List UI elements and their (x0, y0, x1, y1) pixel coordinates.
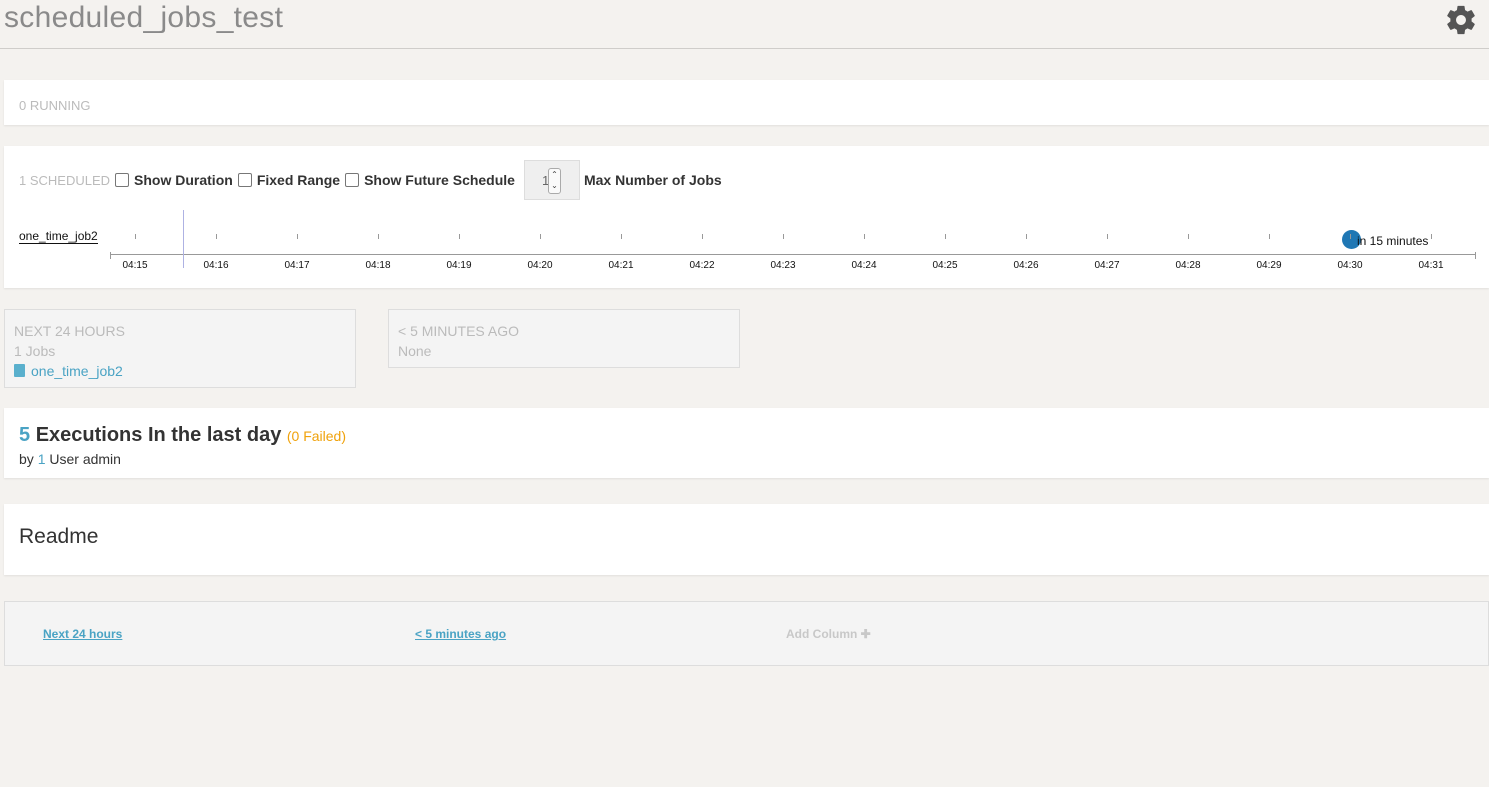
timeline-tick (216, 234, 217, 239)
max-jobs-label: Max Number of Jobs (583, 172, 722, 188)
fixed-range-checkbox[interactable] (237, 173, 252, 187)
timeline-tick (1350, 234, 1351, 239)
axis-end-tick (1475, 252, 1476, 259)
next-24-hours-column-link[interactable]: Next 24 hours (43, 627, 122, 641)
executions-text: Executions In the last day (35, 424, 282, 446)
header: scheduled_jobs_test (0, 0, 1489, 49)
recent-column-link[interactable]: < 5 minutes ago (415, 627, 506, 641)
page-title: scheduled_jobs_test (4, 1, 284, 34)
executions-count[interactable]: 5 (19, 424, 30, 446)
timeline-tick (864, 234, 865, 239)
timeline-tick (1269, 234, 1270, 239)
readme-title: Readme (19, 525, 99, 548)
fixed-range-label[interactable]: Fixed Range (257, 172, 340, 188)
add-column-label[interactable]: Add Column (786, 627, 857, 641)
show-future-schedule-label[interactable]: Show Future Schedule (364, 172, 515, 188)
timeline-tick-label: 04:16 (203, 260, 229, 271)
timeline-tick (945, 234, 946, 239)
timeline-tick-label: 04:15 (122, 260, 148, 271)
executions-panel: 5 Executions In the last day (0 Failed) … (4, 408, 1489, 478)
timeline-tick-label: 04:18 (365, 260, 391, 271)
plus-icon: ✚ (860, 627, 871, 641)
recent-box: < 5 MINUTES AGO None (388, 309, 740, 368)
next-24-hours-count: 1 Jobs (14, 343, 56, 359)
timeline-tick (135, 234, 136, 239)
timeline-tick (1026, 234, 1027, 239)
executions-users: by 1 User admin (19, 451, 121, 467)
timeline-tick-label: 04:31 (1418, 260, 1444, 271)
failed-count[interactable]: (0 Failed) (287, 428, 346, 444)
timeline-tick-label: 04:25 (932, 260, 958, 271)
timeline-tick-label: 04:17 (284, 260, 310, 271)
running-panel: 0 RUNNING (4, 80, 1489, 125)
timeline-tick (459, 234, 460, 239)
gear-icon[interactable] (1444, 3, 1478, 37)
stepper-arrows-icon[interactable]: ⌃ ⌄ (547, 168, 561, 194)
user-count[interactable]: 1 (38, 451, 46, 467)
current-time-marker (183, 210, 184, 268)
next-24-hours-title: NEXT 24 HOURS (14, 323, 125, 339)
timeline-tick (378, 234, 379, 239)
timeline-tick-label: 04:29 (1256, 260, 1282, 271)
column-footer: Next 24 hours < 5 minutes ago Add Column… (4, 601, 1489, 666)
timeline-tick-label: 04:26 (1013, 260, 1039, 271)
scheduled-panel: 1 SCHEDULED Show Duration Fixed Range Sh… (4, 146, 1489, 288)
show-future-schedule-checkbox[interactable] (345, 173, 360, 187)
next-24-hours-box: NEXT 24 HOURS 1 Jobs one_time_job2 (4, 309, 356, 388)
timeline-tick-label: 04:27 (1094, 260, 1120, 271)
timeline-axis (110, 254, 1476, 255)
timeline-tick-label: 04:19 (446, 260, 472, 271)
timeline-tick-label: 04:30 (1337, 260, 1363, 271)
timeline-tick (1107, 234, 1108, 239)
scheduled-count: 1 SCHEDULED (19, 172, 111, 188)
executions-by: by (19, 451, 34, 467)
max-jobs-stepper[interactable]: 1 ⌃ ⌄ (523, 160, 580, 200)
user-text: User admin (49, 451, 121, 467)
timeline-tick-label: 04:23 (770, 260, 796, 271)
timeline-tick-label: 04:28 (1175, 260, 1201, 271)
timeline-tick (702, 234, 703, 239)
timeline-tick (783, 234, 784, 239)
add-column-button[interactable]: Add Column ✚ (786, 627, 871, 641)
next-24-job-name[interactable]: one_time_job2 (31, 363, 123, 379)
book-icon (14, 364, 25, 377)
timeline-tick-label: 04:21 (608, 260, 634, 271)
timeline-tick-label: 04:20 (527, 260, 553, 271)
show-duration-label[interactable]: Show Duration (134, 172, 233, 188)
timeline-tick-label: 04:22 (689, 260, 715, 271)
timeline-tick (1431, 234, 1432, 239)
timeline-tick (1188, 234, 1189, 239)
recent-title: < 5 MINUTES AGO (398, 323, 519, 339)
schedule-timeline: one_time_job2 in 15 minutes 04:15 04:16 04… (4, 208, 1489, 278)
timeline-tick (297, 234, 298, 239)
timeline-job-label[interactable]: one_time_job2 (19, 230, 98, 244)
recent-value: None (398, 343, 432, 359)
timeline-tick-label: 04:24 (851, 260, 877, 271)
executions-heading: 5 Executions In the last day (0 Failed) (19, 424, 346, 447)
readme-panel: Readme (4, 504, 1489, 575)
running-count: 0 RUNNING (19, 98, 91, 113)
show-duration-checkbox[interactable] (115, 173, 130, 187)
axis-start-tick (110, 252, 111, 259)
next-24-job-link[interactable]: one_time_job2 (14, 361, 346, 381)
scheduled-toolbar: 1 SCHEDULED Show Duration Fixed Range Sh… (19, 160, 727, 200)
timeline-tick (621, 234, 622, 239)
scheduled-run-label: in 15 minutes (1357, 234, 1429, 248)
timeline-tick (540, 234, 541, 239)
